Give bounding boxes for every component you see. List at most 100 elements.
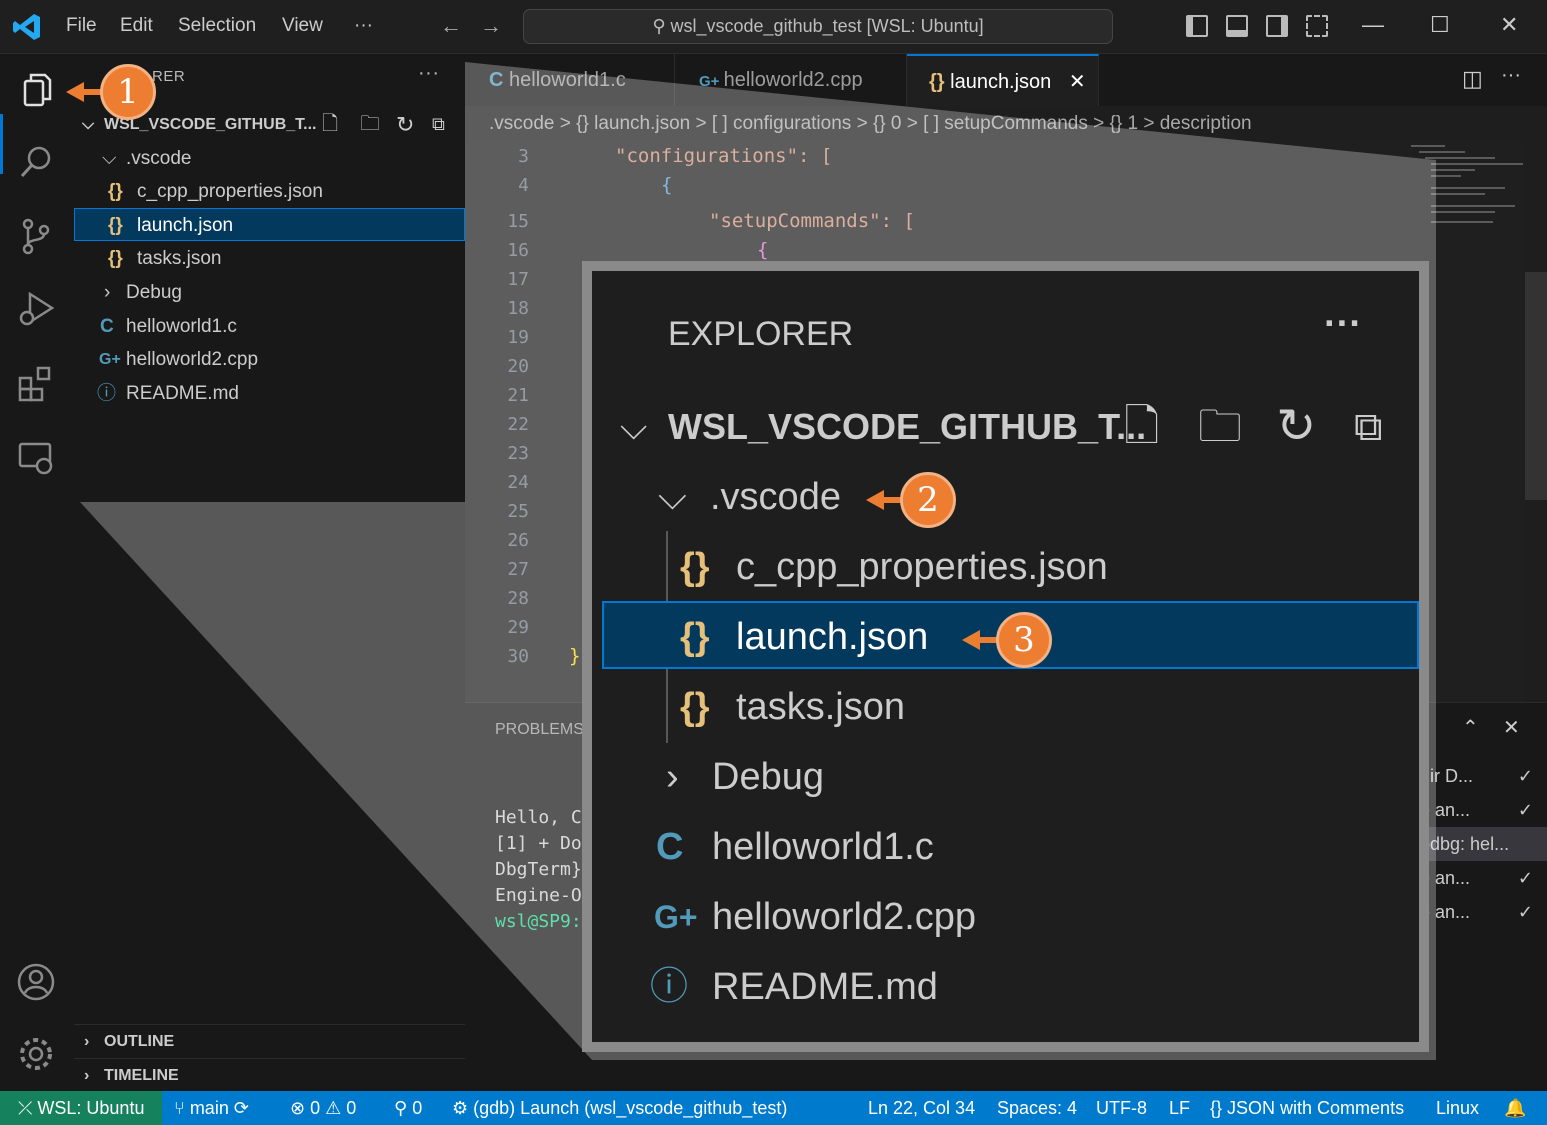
toggle-panel-icon[interactable] xyxy=(1226,15,1248,37)
outline-section[interactable]: › OUTLINE xyxy=(74,1024,465,1057)
terminal-prompt: wsl@SP9:~ xyxy=(495,911,593,932)
active-indicator xyxy=(0,114,3,174)
close-panel-icon[interactable]: ✕ xyxy=(1503,715,1520,740)
new-folder-icon[interactable]: 🗀 xyxy=(360,108,380,141)
line-number: 19 xyxy=(507,327,529,348)
source-control-icon[interactable] xyxy=(16,216,56,256)
breadcrumb[interactable]: .vscode > {} launch.json > [ ] configura… xyxy=(465,106,1547,142)
tree-item-vscode-folder[interactable]: ⌵ .vscode xyxy=(74,142,465,175)
zoom-item-label: c_cpp_properties.json xyxy=(736,546,1108,588)
zoom-item-label: helloworld2.cpp xyxy=(712,896,977,938)
accounts-icon[interactable] xyxy=(16,962,56,1002)
new-file-icon[interactable]: 🗋 xyxy=(322,108,338,141)
editor-scrollbar[interactable] xyxy=(1525,272,1547,500)
terminal-task-item-active[interactable]: odbg: hel... xyxy=(1420,827,1547,861)
tree-item-tasks-json[interactable]: {} tasks.json xyxy=(74,242,465,275)
tree-item-readme[interactable]: ⓘ README.md xyxy=(74,377,465,410)
tree-item-helloworld1-c[interactable]: C helloworld1.c xyxy=(74,310,465,343)
extensions-icon[interactable] xyxy=(16,364,56,404)
close-window-icon[interactable]: ✕ xyxy=(1500,12,1518,38)
line-number: 23 xyxy=(507,443,529,464)
menu-selection[interactable]: Selection xyxy=(178,15,256,37)
editor-tabs: C helloworld1.c G+ helloworld2.cpp {} la… xyxy=(465,54,1547,106)
menu-edit[interactable]: Edit xyxy=(120,15,153,37)
maximize-panel-icon[interactable]: ⌃ xyxy=(1462,715,1479,740)
line-number: 27 xyxy=(507,559,529,580)
toggle-secondary-sidebar-icon[interactable] xyxy=(1266,15,1288,37)
tab-label: helloworld1.c xyxy=(509,69,626,91)
run-debug-icon[interactable] xyxy=(16,290,56,330)
ports-status[interactable]: ⚲ 0 xyxy=(394,1091,422,1125)
tab-helloworld2-cpp[interactable]: G+ helloworld2.cpp xyxy=(675,54,907,106)
search-icon[interactable] xyxy=(16,142,56,182)
refresh-icon[interactable]: ↻ xyxy=(396,108,414,141)
split-editor-icon[interactable]: ◫ xyxy=(1462,66,1483,92)
toggle-primary-sidebar-icon[interactable] xyxy=(1186,15,1208,37)
indentation[interactable]: Spaces: 4 xyxy=(997,1091,1077,1125)
cursor-position[interactable]: Ln 22, Col 34 xyxy=(868,1091,975,1125)
zoom-root-label: WSL_VSCODE_GITHUB_T... xyxy=(668,406,1147,447)
editor-more-icon[interactable]: ··· xyxy=(1501,64,1521,87)
command-center[interactable]: ⚲ wsl_vscode_github_test [WSL: Ubuntu] xyxy=(523,9,1113,44)
check-icon: ✓ xyxy=(1517,868,1533,888)
menu-view[interactable]: View xyxy=(282,15,323,37)
terminal-task-item[interactable]: e an... ✓ xyxy=(1420,861,1547,895)
check-icon: ✓ xyxy=(1517,902,1533,922)
debug-status[interactable]: ⚙ (gdb) Launch (wsl_vscode_github_test) xyxy=(452,1091,787,1125)
settings-gear-icon[interactable] xyxy=(16,1034,56,1074)
line-number: 16 xyxy=(507,240,529,261)
menu-file[interactable]: File xyxy=(66,15,97,37)
menu-more[interactable]: ··· xyxy=(354,15,373,37)
notifications-bell-icon[interactable]: 🔔 xyxy=(1504,1091,1526,1125)
zoom-more-icon: ··· xyxy=(1324,303,1362,345)
terminal-task-item[interactable]: e an... ✓ xyxy=(1420,895,1547,929)
tree-item-launch-json[interactable]: {} launch.json xyxy=(74,208,465,241)
tree-item-debug-folder[interactable]: › Debug xyxy=(74,276,465,309)
command-center-label: wsl_vscode_github_test [WSL: Ubuntu] xyxy=(670,16,984,36)
forward-arrow-icon[interactable]: → xyxy=(480,13,502,39)
outline-label: OUTLINE xyxy=(104,1033,175,1050)
zoom-explorer-header: EXPLORER xyxy=(668,315,854,353)
problems-status[interactable]: ⊗ 0 ⚠ 0 xyxy=(290,1091,356,1125)
customize-layout-icon[interactable] xyxy=(1306,15,1328,37)
tree-item-helloworld2-cpp[interactable]: G+ helloworld2.cpp xyxy=(74,343,465,376)
zoom-item-c-cpp-properties: {} c_cpp_properties.json xyxy=(592,533,1419,601)
debug-icon: ⚙ xyxy=(452,1098,474,1118)
remote-indicator[interactable]: ⤫ WSL: Ubuntu xyxy=(0,1091,162,1125)
line-number: 30 xyxy=(507,646,529,667)
terminal-task-item[interactable]: dir D... ✓ xyxy=(1420,759,1547,793)
collapse-all-icon[interactable]: ⧉ xyxy=(432,108,445,141)
branch-status[interactable]: ⑂ main ⟳ xyxy=(174,1091,249,1125)
end-of-line[interactable]: LF xyxy=(1169,1091,1190,1125)
tree-item-c-cpp-properties[interactable]: {} c_cpp_properties.json xyxy=(74,175,465,208)
chevron-down-icon: ⌵ xyxy=(102,148,117,169)
vscode-logo-icon xyxy=(13,14,40,40)
c-file-icon: C xyxy=(100,316,114,337)
back-arrow-icon[interactable]: ← xyxy=(440,13,462,39)
explorer-more-icon[interactable]: ··· xyxy=(418,62,439,85)
tab-problems[interactable]: PROBLEMS xyxy=(495,721,584,739)
minimap[interactable] xyxy=(1405,142,1525,242)
json-braces-icon: {} xyxy=(680,546,710,588)
tree-item-label: .vscode xyxy=(126,148,192,169)
tab-launch-json[interactable]: {} launch.json ✕ xyxy=(907,54,1099,106)
zoom-workspace-root: ⌵ WSL_VSCODE_GITHUB_T... 🗋 🗀 ↻ ⧉ xyxy=(592,393,1419,461)
explorer-sidebar: RER ··· ⌵ WSL_VSCODE_GITHUB_T... 🗋 🗀 ↻ ⧉… xyxy=(74,54,465,502)
c-file-icon: C xyxy=(489,69,509,91)
maximize-icon[interactable]: ☐ xyxy=(1430,12,1450,38)
timeline-section[interactable]: › TIMELINE xyxy=(74,1058,465,1091)
minimize-icon[interactable]: — xyxy=(1362,12,1384,38)
close-tab-icon[interactable]: ✕ xyxy=(1069,71,1086,93)
tab-helloworld1-c[interactable]: C helloworld1.c xyxy=(465,54,675,106)
terminal-task-item[interactable]: e an... ✓ xyxy=(1420,793,1547,827)
encoding[interactable]: UTF-8 xyxy=(1096,1091,1147,1125)
terminal-line: [1] + Dor xyxy=(495,833,593,854)
remote-explorer-icon[interactable] xyxy=(16,438,56,478)
line-number: 22 xyxy=(507,414,529,435)
os-indicator[interactable]: Linux xyxy=(1436,1091,1479,1125)
cpp-file-icon: G+ xyxy=(699,73,724,90)
language-mode[interactable]: {} JSON with Comments xyxy=(1210,1091,1404,1125)
chevron-down-icon: ⌵ xyxy=(658,476,687,518)
code-line: { xyxy=(661,174,673,196)
explorer-icon[interactable] xyxy=(16,70,56,110)
